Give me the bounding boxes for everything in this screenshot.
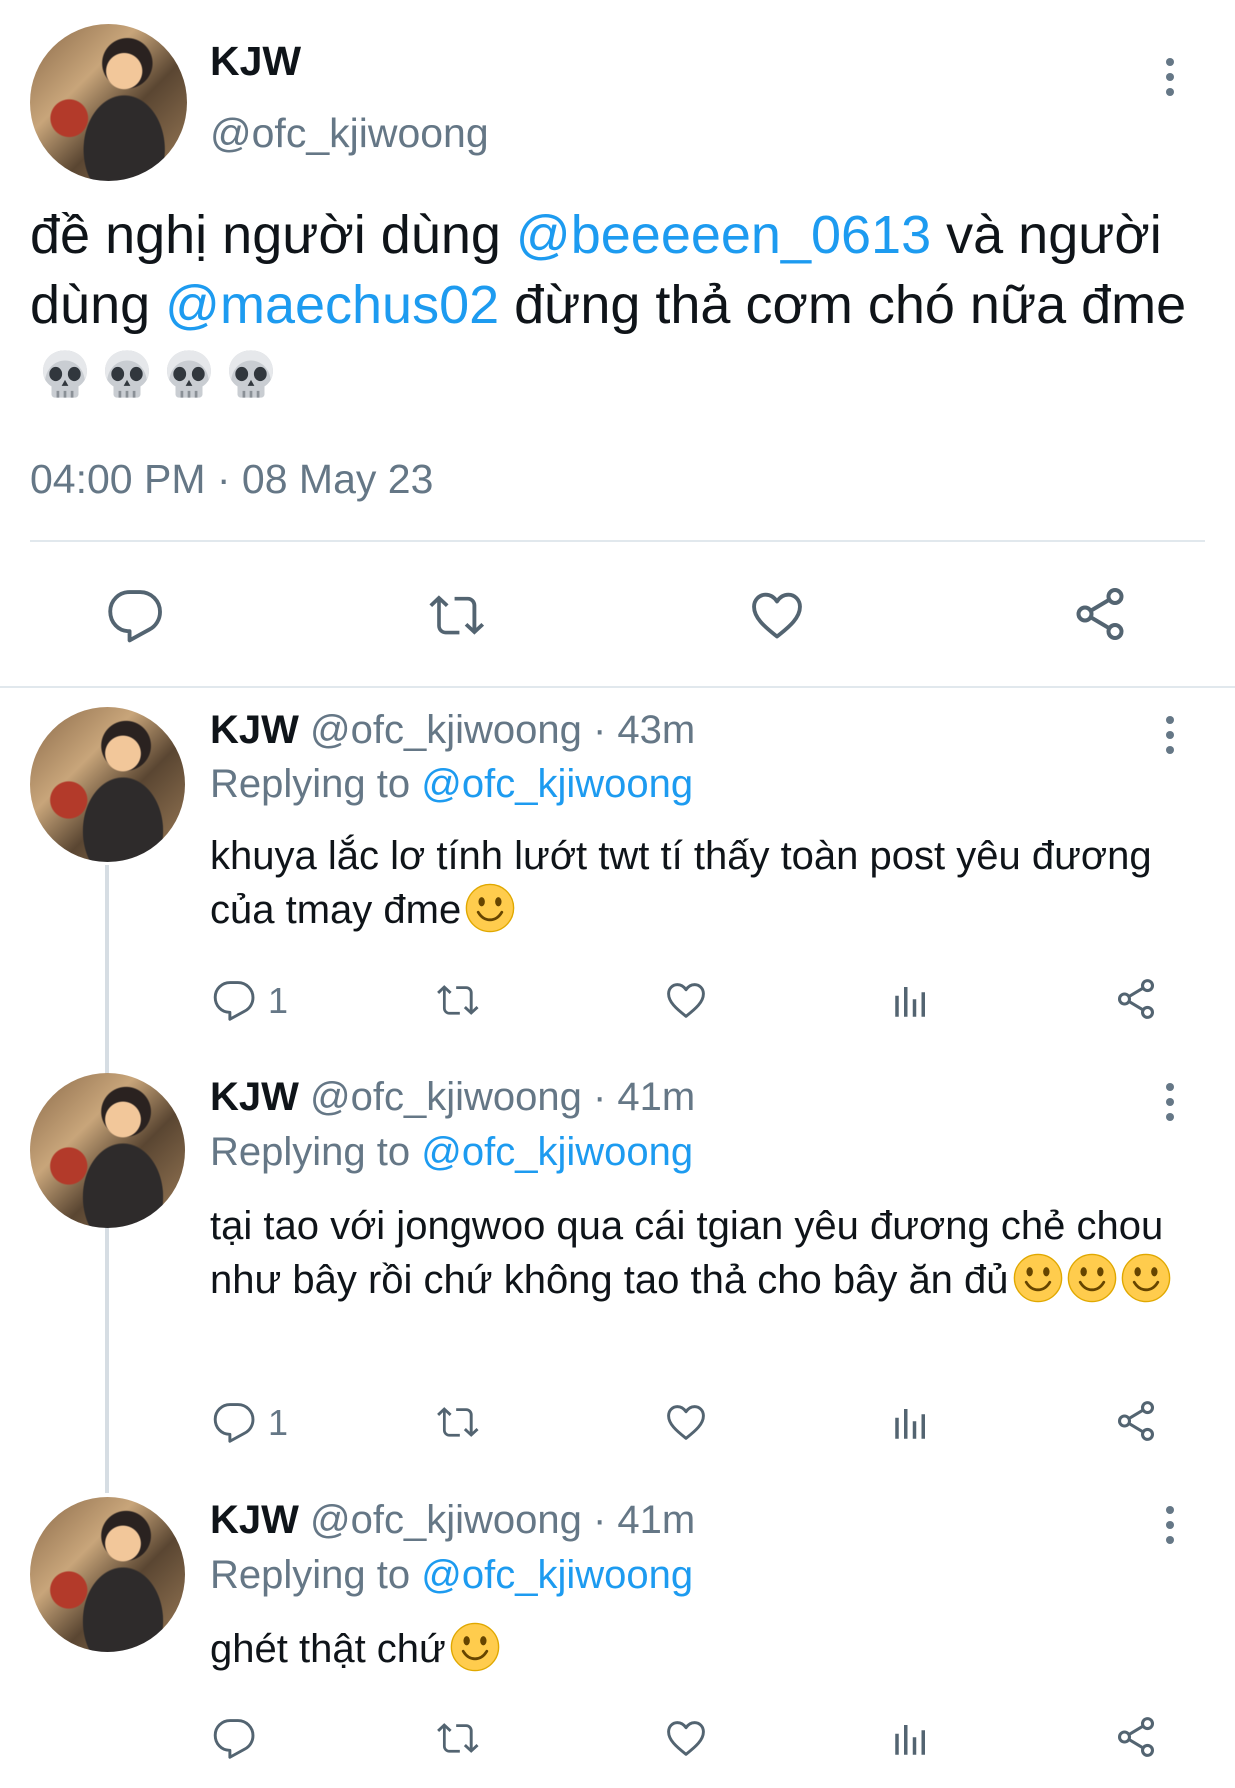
mention-link[interactable]: @ofc_kjiwoong: [421, 1130, 693, 1174]
skull-emoji-icon: [38, 347, 92, 401]
reply-header: KJW @ofc_kjiwoong · 41m: [210, 1498, 695, 1543]
avatar[interactable]: [30, 1497, 185, 1652]
reply-header: KJW @ofc_kjiwoong · 41m: [210, 1075, 695, 1120]
share-button[interactable]: [1070, 584, 1130, 644]
handle-and-time[interactable]: @ofc_kjiwoong · 43m: [310, 708, 695, 752]
views-button[interactable]: [890, 980, 932, 1022]
display-name[interactable]: KJW: [210, 1075, 299, 1119]
avatar[interactable]: [30, 1073, 185, 1228]
retweet-button[interactable]: [432, 978, 484, 1022]
skull-emoji-icon: [100, 347, 154, 401]
reply-count: 1: [268, 980, 289, 1021]
reply-button[interactable]: [106, 586, 164, 644]
like-button[interactable]: [748, 586, 806, 644]
analytics-icon: [890, 1402, 932, 1444]
reply-text: tại tao với jongwoo qua cái tgian yêu đư…: [210, 1200, 1210, 1307]
share-button[interactable]: [1113, 1714, 1159, 1760]
share-icon: [1113, 1714, 1159, 1760]
avatar[interactable]: [30, 707, 185, 862]
views-button[interactable]: [890, 1402, 932, 1444]
share-icon: [1113, 976, 1159, 1022]
display-name[interactable]: KJW: [210, 708, 299, 752]
reply-text-content: ghét thật chứ: [210, 1627, 446, 1671]
retweet-icon: [423, 586, 491, 644]
like-button[interactable]: [663, 978, 709, 1022]
like-icon: [663, 978, 709, 1022]
more-options-icon[interactable]: [1165, 58, 1175, 103]
smile-emoji-icon: [450, 1622, 500, 1672]
section-divider: [0, 686, 1235, 688]
tweet-text-part: đừng thả cơm chó nữa đme: [499, 275, 1187, 335]
replying-to: Replying to @ofc_kjiwoong: [210, 762, 693, 807]
share-button[interactable]: [1113, 976, 1159, 1022]
handle-and-time[interactable]: @ofc_kjiwoong · 41m: [310, 1075, 695, 1119]
more-options-icon[interactable]: [1165, 1083, 1175, 1128]
tweet-text: đề nghị người dùng @beeeeen_0613 và ngườ…: [30, 200, 1210, 410]
display-name[interactable]: KJW: [210, 1498, 299, 1542]
smile-emoji-icon: [1067, 1253, 1117, 1303]
retweet-button[interactable]: [432, 1716, 484, 1760]
reply-text: ghét thật chứ: [210, 1622, 1200, 1676]
replying-to-label: Replying to: [210, 1553, 422, 1597]
smile-emoji-icon: [465, 883, 515, 933]
smile-emoji-icon: [1121, 1253, 1171, 1303]
user-handle[interactable]: @ofc_kjiwoong: [210, 110, 489, 157]
share-button[interactable]: [1113, 1398, 1159, 1444]
mention-link[interactable]: @beeeeen_0613: [516, 205, 931, 265]
mention-link[interactable]: @ofc_kjiwoong: [421, 762, 693, 806]
reply-count: 1: [268, 1402, 289, 1443]
like-icon: [663, 1400, 709, 1444]
reply-icon: [212, 1400, 256, 1444]
mention-link[interactable]: @ofc_kjiwoong: [421, 1553, 693, 1597]
reply-header: KJW @ofc_kjiwoong · 43m: [210, 708, 695, 753]
analytics-icon: [890, 980, 932, 1022]
retweet-button[interactable]: [423, 586, 491, 644]
retweet-icon: [432, 978, 484, 1022]
like-icon: [663, 1716, 709, 1760]
reply-button[interactable]: [212, 1716, 256, 1760]
skull-emoji-icon: [224, 347, 278, 401]
retweet-button[interactable]: [432, 1400, 484, 1444]
like-icon: [748, 586, 806, 644]
tweet-text-part: đề nghị người dùng: [30, 205, 516, 265]
handle-and-time[interactable]: @ofc_kjiwoong · 41m: [310, 1498, 695, 1542]
mention-link[interactable]: @maechus02: [165, 275, 499, 335]
reply-text: khuya lắc lơ tính lướt twt tí thấy toàn …: [210, 830, 1200, 937]
reply-icon: [212, 1716, 256, 1760]
share-icon: [1070, 584, 1130, 644]
retweet-icon: [432, 1400, 484, 1444]
replying-to: Replying to @ofc_kjiwoong: [210, 1130, 693, 1175]
tweet-timestamp[interactable]: 04:00 PM · 08 May 23: [30, 456, 433, 503]
replying-to: Replying to @ofc_kjiwoong: [210, 1553, 693, 1598]
display-name[interactable]: KJW: [210, 38, 301, 85]
more-options-icon[interactable]: [1165, 1506, 1175, 1551]
like-button[interactable]: [663, 1400, 709, 1444]
smile-emoji-icon: [1013, 1253, 1063, 1303]
reply-icon: [212, 978, 256, 1022]
share-icon: [1113, 1398, 1159, 1444]
avatar[interactable]: [30, 24, 187, 181]
reply-text-content: khuya lắc lơ tính lướt twt tí thấy toàn …: [210, 834, 1152, 932]
views-button[interactable]: [890, 1718, 932, 1760]
divider: [30, 540, 1205, 542]
replying-to-label: Replying to: [210, 1130, 422, 1174]
retweet-icon: [432, 1716, 484, 1760]
more-options-icon[interactable]: [1165, 716, 1175, 761]
reply-icon: [106, 586, 164, 644]
reply-button[interactable]: [212, 978, 256, 1022]
analytics-icon: [890, 1718, 932, 1760]
skull-emoji-icon: [162, 347, 216, 401]
like-button[interactable]: [663, 1716, 709, 1760]
reply-button[interactable]: [212, 1400, 256, 1444]
replying-to-label: Replying to: [210, 762, 422, 806]
